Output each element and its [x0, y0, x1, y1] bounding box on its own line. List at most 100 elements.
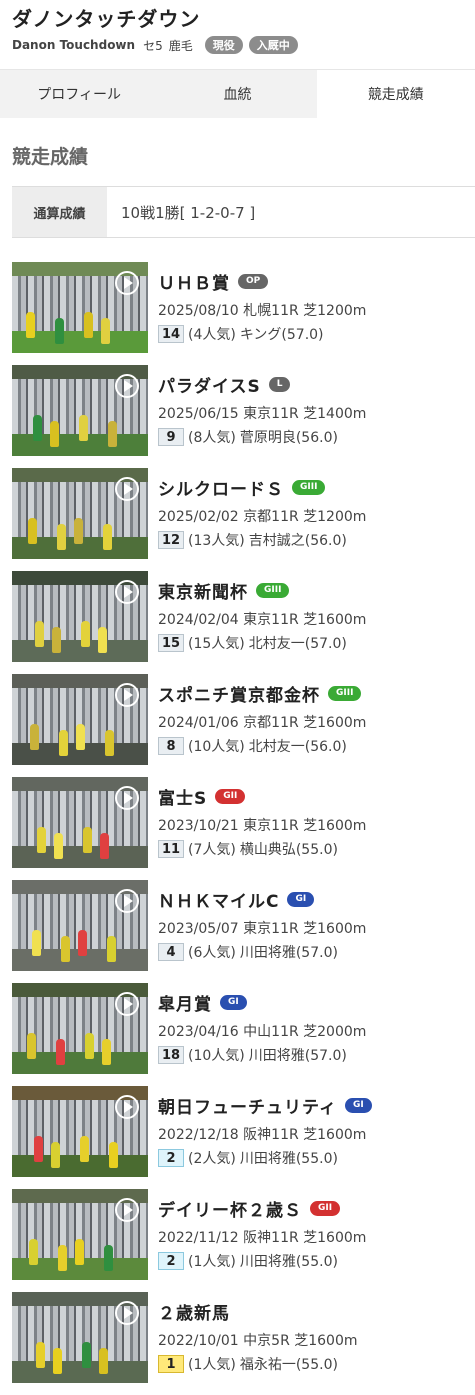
grade-badge: GII	[215, 788, 246, 804]
race-name[interactable]: パラダイスS	[158, 372, 261, 397]
race-name[interactable]: 富士S	[158, 784, 207, 809]
finish-position: 4	[158, 943, 184, 961]
play-icon[interactable]	[115, 992, 139, 1016]
grade-badge: GIII	[292, 479, 326, 495]
race-video-thumbnail[interactable]	[12, 1086, 148, 1177]
play-icon[interactable]	[115, 271, 139, 295]
race-course: 中山11R 芝2000m	[243, 1024, 367, 1040]
race-row[interactable]: ＮＨＫマイルC GI 2023/05/07 東京11R 芝1600m 4 (6人…	[0, 880, 475, 983]
finish-position: 2	[158, 1252, 184, 1270]
race-video-thumbnail[interactable]	[12, 571, 148, 662]
jockey-weight: 北村友一(56.0)	[248, 739, 347, 755]
grade-badge: GI	[287, 891, 315, 907]
popularity: (15人気)	[188, 636, 245, 652]
race-name[interactable]: シルクロードＳ	[158, 475, 284, 500]
race-video-thumbnail[interactable]	[12, 880, 148, 971]
race-info: スポニチ賞京都金杯 GIII 2024/01/06 京都11R 芝1600m 8…	[158, 674, 366, 777]
race-video-thumbnail[interactable]	[12, 365, 148, 456]
race-date: 2022/11/12	[158, 1230, 239, 1246]
jockey-weight: 吉村誠之(56.0)	[248, 533, 347, 549]
race-video-thumbnail[interactable]	[12, 468, 148, 559]
race-video-thumbnail[interactable]	[12, 262, 148, 353]
race-name[interactable]: ＵＨＢ賞	[158, 269, 230, 294]
race-row[interactable]: ＵＨＢ賞 OP 2025/08/10 札幌11R 芝1200m 14 (4人気)…	[0, 262, 475, 365]
race-meta: 2025/06/15 東京11R 芝1400m	[158, 405, 366, 423]
popularity: (7人気)	[188, 842, 236, 858]
race-video-thumbnail[interactable]	[12, 983, 148, 1074]
play-icon[interactable]	[115, 477, 139, 501]
tab-profile[interactable]: プロフィール	[0, 70, 159, 118]
play-icon[interactable]	[115, 889, 139, 913]
play-icon[interactable]	[115, 580, 139, 604]
popularity: (1人気)	[188, 1357, 236, 1373]
grade-badge: GIII	[328, 685, 362, 701]
popularity: (4人気)	[188, 327, 236, 343]
horse-header: ダノンタッチダウン Danon Touchdown セ5 鹿毛 現役 入厩中	[0, 0, 475, 70]
race-video-thumbnail[interactable]	[12, 674, 148, 765]
play-icon[interactable]	[115, 1198, 139, 1222]
race-row[interactable]: スポニチ賞京都金杯 GIII 2024/01/06 京都11R 芝1600m 8…	[0, 674, 475, 777]
race-video-thumbnail[interactable]	[12, 777, 148, 868]
play-icon[interactable]	[115, 683, 139, 707]
race-name[interactable]: デイリー杯２歳Ｓ	[158, 1196, 302, 1221]
grade-badge: GI	[344, 1097, 372, 1113]
horse-subinfo: Danon Touchdown セ5 鹿毛 現役 入厩中	[12, 36, 463, 54]
tab-bar: プロフィール 血統 競走成績	[0, 70, 475, 118]
race-name[interactable]: ２歳新馬	[158, 1299, 230, 1324]
race-name[interactable]: 皐月賞	[158, 990, 212, 1015]
career-summary-label: 通算成績	[12, 187, 107, 237]
race-video-thumbnail[interactable]	[12, 1292, 148, 1383]
race-name[interactable]: 東京新聞杯	[158, 578, 248, 603]
grade-badge: OP	[238, 273, 269, 289]
finish-position: 14	[158, 325, 184, 343]
race-course: 阪神11R 芝1600m	[243, 1230, 367, 1246]
race-result: 15 (15人気) 北村友一(57.0)	[158, 633, 366, 653]
popularity: (10人気)	[188, 739, 245, 755]
race-info: 富士S GII 2023/10/21 東京11R 芝1600m 11 (7人気)…	[158, 777, 366, 880]
jockey-weight: 川田将雅(57.0)	[248, 1048, 347, 1064]
race-info: 皐月賞 GI 2023/04/16 中山11R 芝2000m 18 (10人気)…	[158, 983, 366, 1086]
race-row[interactable]: パラダイスS L 2025/06/15 東京11R 芝1400m 9 (8人気)…	[0, 365, 475, 468]
horse-coat: 鹿毛	[168, 38, 193, 53]
race-row[interactable]: シルクロードＳ GIII 2025/02/02 京都11R 芝1200m 12 …	[0, 468, 475, 571]
race-video-thumbnail[interactable]	[12, 1189, 148, 1280]
race-course: 東京11R 芝1600m	[243, 612, 367, 628]
tab-race-results[interactable]: 競走成績	[316, 70, 475, 118]
race-row[interactable]: 朝日フューチュリティ GI 2022/12/18 阪神11R 芝1600m 2 …	[0, 1086, 475, 1189]
grade-badge: GI	[220, 994, 247, 1010]
popularity: (6人気)	[188, 945, 236, 961]
race-name[interactable]: スポニチ賞京都金杯	[158, 681, 320, 706]
race-info: ２歳新馬 2022/10/01 中京5R 芝1600m 1 (1人気) 福永祐一…	[158, 1292, 358, 1395]
play-icon[interactable]	[115, 1301, 139, 1325]
race-course: 中京5R 芝1600m	[243, 1333, 358, 1349]
race-result: 2 (2人気) 川田将雅(55.0)	[158, 1148, 372, 1168]
race-date: 2024/02/04	[158, 612, 239, 628]
race-result: 12 (13人気) 吉村誠之(56.0)	[158, 530, 366, 550]
race-date: 2025/02/02	[158, 509, 239, 525]
race-row[interactable]: ２歳新馬 2022/10/01 中京5R 芝1600m 1 (1人気) 福永祐一…	[0, 1292, 475, 1395]
race-date: 2022/12/18	[158, 1127, 239, 1143]
finish-position: 1	[158, 1355, 184, 1373]
race-row[interactable]: 皐月賞 GI 2023/04/16 中山11R 芝2000m 18 (10人気)…	[0, 983, 475, 1086]
status-badge-active: 現役	[204, 36, 243, 54]
horse-name: ダノンタッチダウン	[12, 7, 201, 31]
race-name[interactable]: 朝日フューチュリティ	[158, 1093, 337, 1118]
play-icon[interactable]	[115, 374, 139, 398]
race-course: 阪神11R 芝1600m	[243, 1127, 367, 1143]
race-row[interactable]: 富士S GII 2023/10/21 東京11R 芝1600m 11 (7人気)…	[0, 777, 475, 880]
race-date: 2025/08/10	[158, 303, 239, 319]
race-date: 2023/04/16	[158, 1024, 239, 1040]
play-icon[interactable]	[115, 786, 139, 810]
tab-pedigree[interactable]: 血統	[158, 70, 317, 118]
race-result: 18 (10人気) 川田将雅(57.0)	[158, 1045, 366, 1065]
race-date: 2024/01/06	[158, 715, 239, 731]
finish-position: 11	[158, 840, 184, 858]
section-title: 競走成績	[12, 146, 89, 168]
play-icon[interactable]	[115, 1095, 139, 1119]
race-row[interactable]: 東京新聞杯 GIII 2024/02/04 東京11R 芝1600m 15 (1…	[0, 571, 475, 674]
grade-badge: GIII	[256, 582, 290, 598]
race-info: 朝日フューチュリティ GI 2022/12/18 阪神11R 芝1600m 2 …	[158, 1086, 372, 1189]
race-meta: 2025/02/02 京都11R 芝1200m	[158, 508, 366, 526]
race-row[interactable]: デイリー杯２歳Ｓ GII 2022/11/12 阪神11R 芝1600m 2 (…	[0, 1189, 475, 1292]
race-name[interactable]: ＮＨＫマイルC	[158, 887, 279, 912]
